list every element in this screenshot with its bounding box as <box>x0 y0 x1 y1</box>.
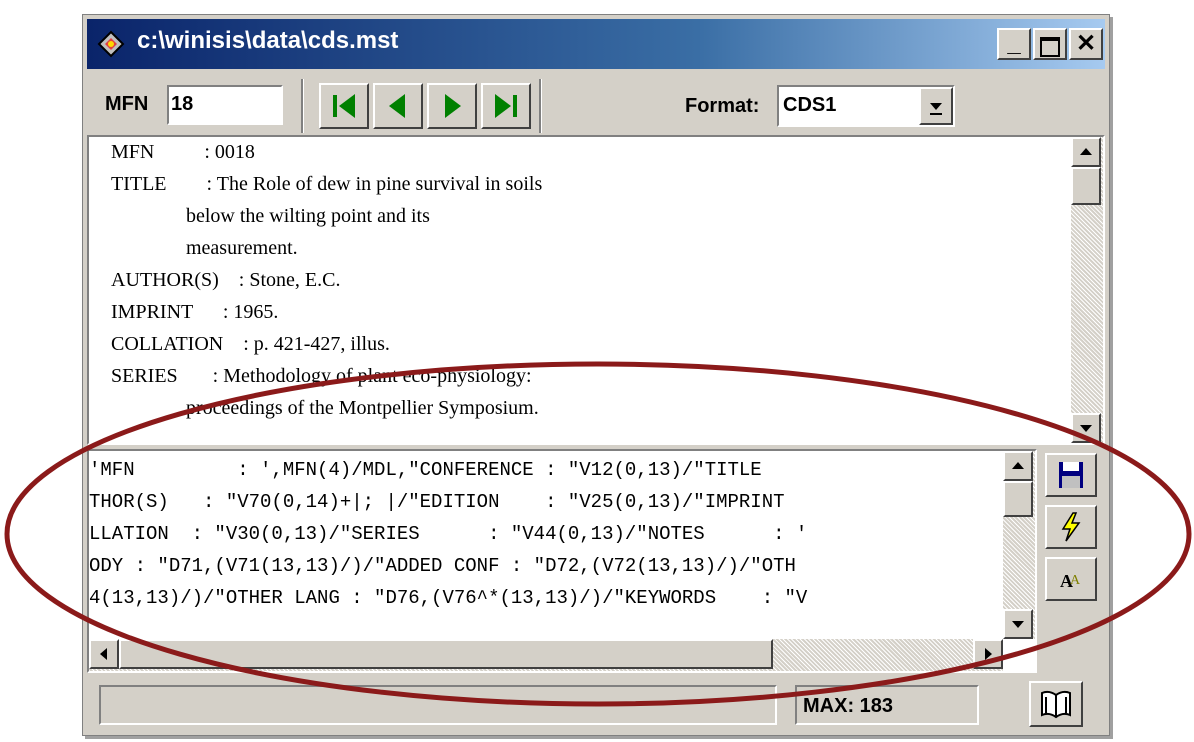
annotation-ellipse <box>4 361 1192 707</box>
